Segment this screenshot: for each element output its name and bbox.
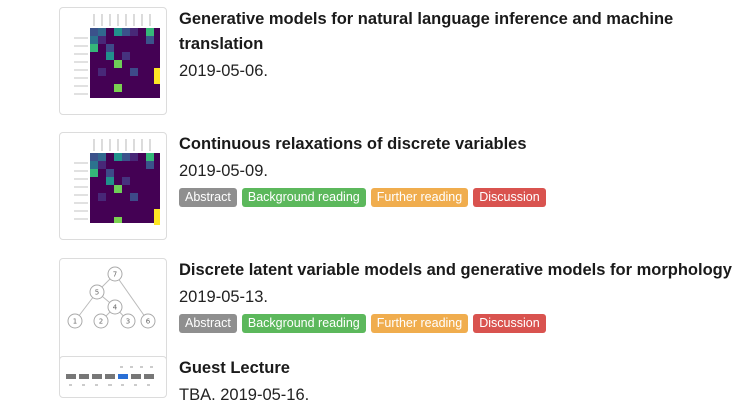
discussion-badge[interactable]: Discussion — [473, 188, 546, 207]
entry-info: Guest Lecture TBA. 2019-05-16. — [179, 356, 739, 408]
tree-graph-image: 7 5 4 1 2 3 6 — [67, 266, 156, 329]
graph-node-label: 1 — [73, 318, 77, 326]
attention-heatmap-thumbnail[interactable] — [59, 7, 167, 115]
abstract-badge[interactable]: Abstract — [179, 314, 237, 333]
lecture-title[interactable]: Continuous relaxations of discrete varia… — [179, 132, 739, 157]
attention-heatmap-image — [74, 14, 160, 98]
lecture-date: 2019-05-09. — [179, 162, 268, 180]
background-reading-badge[interactable]: Background reading — [241, 188, 366, 207]
lecture-title[interactable]: Guest Lecture — [179, 356, 739, 381]
attention-heatmap-thumbnail[interactable] — [59, 132, 167, 240]
entry-info: Generative models for natural language i… — [179, 7, 739, 84]
abstract-badge[interactable]: Abstract — [179, 188, 237, 207]
graph-node-label: 5 — [95, 289, 99, 297]
tree-graph-thumbnail[interactable]: 7 5 4 1 2 3 6 — [59, 258, 167, 366]
background-reading-badge[interactable]: Background reading — [241, 314, 366, 333]
further-reading-badge[interactable]: Further reading — [370, 188, 469, 207]
entry-info: Discrete latent variable models and gene… — [179, 258, 739, 333]
lecture-date: 2019-05-13. — [179, 288, 268, 306]
sequence-strip-thumbnail[interactable] — [59, 356, 167, 398]
attention-heatmap-image — [74, 139, 160, 225]
further-reading-badge[interactable]: Further reading — [370, 314, 469, 333]
sequence-strip-image — [66, 366, 154, 386]
lecture-title[interactable]: Generative models for natural language i… — [179, 7, 739, 57]
lecture-title[interactable]: Discrete latent variable models and gene… — [179, 258, 739, 283]
lecture-date: 2019-05-06. — [179, 62, 268, 80]
discussion-badge[interactable]: Discussion — [473, 314, 546, 333]
graph-node-label: 3 — [126, 318, 130, 326]
graph-node-label: 6 — [146, 318, 151, 326]
graph-node-label: 2 — [99, 318, 103, 326]
badge-row: Abstract Background reading Further read… — [179, 188, 739, 207]
lecture-date: TBA. 2019-05-16. — [179, 386, 310, 404]
entry-info: Continuous relaxations of discrete varia… — [179, 132, 739, 207]
graph-node-label: 4 — [113, 304, 118, 312]
badge-row: Abstract Background reading Further read… — [179, 314, 739, 333]
graph-node-label: 7 — [113, 271, 117, 279]
